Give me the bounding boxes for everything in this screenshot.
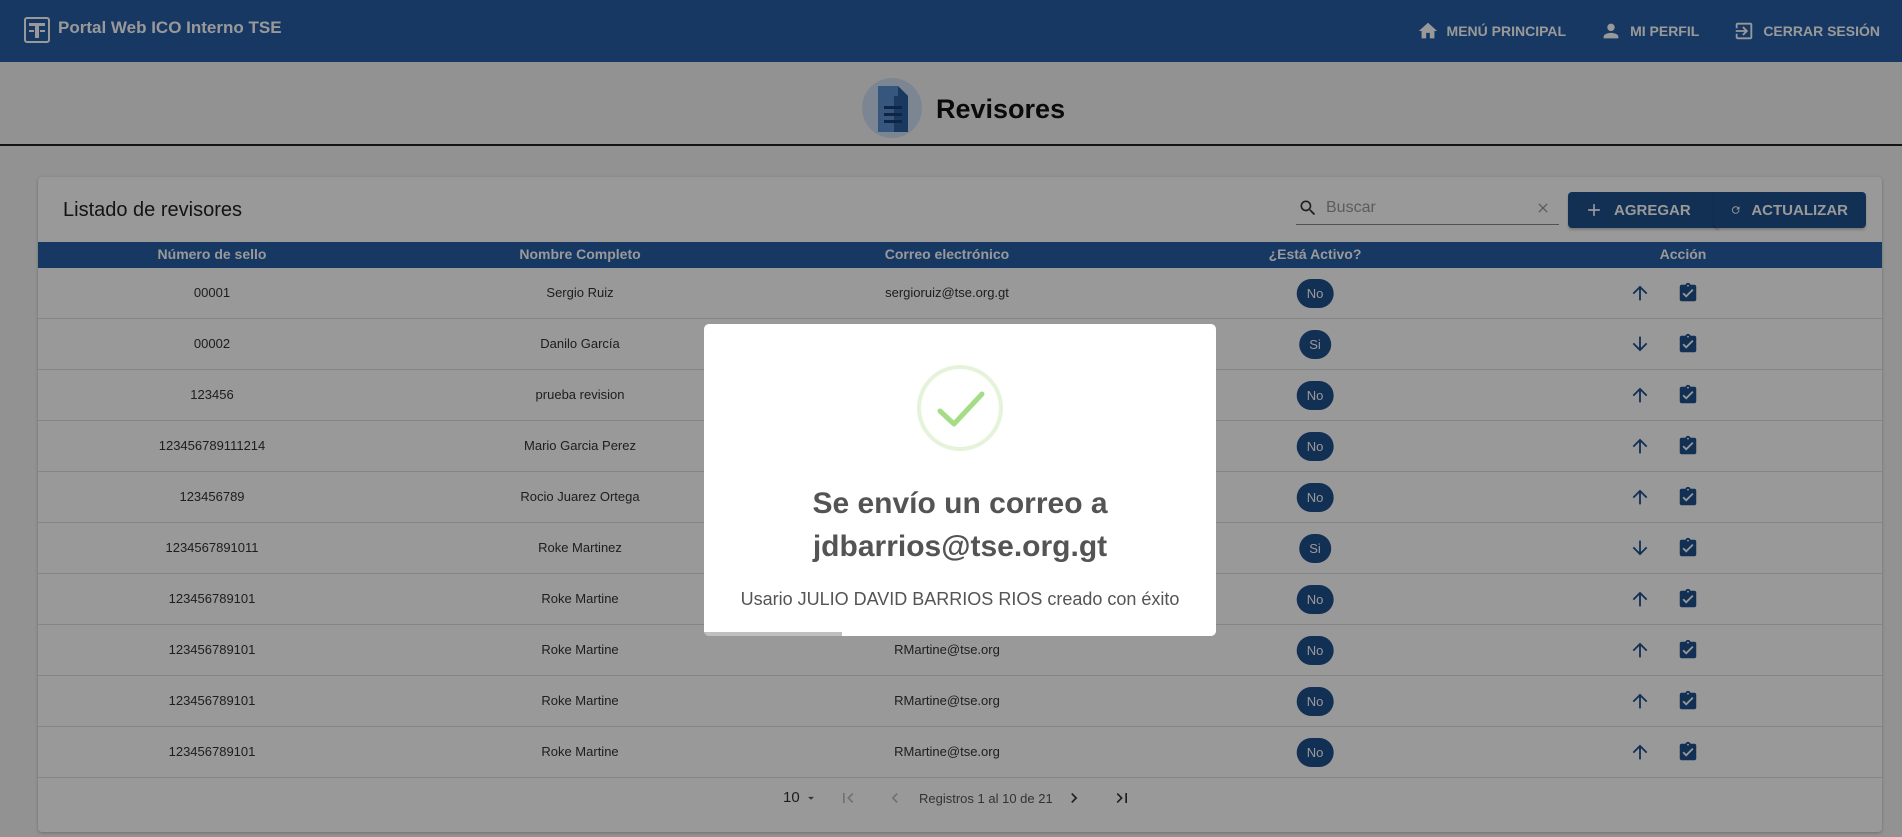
success-check-icon xyxy=(917,365,1003,451)
dialog-title-line2: jdbarrios@tse.org.gt xyxy=(812,530,1108,563)
dialog-title: Se envío un correo a jdbarrios@tse.org.g… xyxy=(704,482,1216,568)
dialog-title-line1: Se envío un correo a xyxy=(812,487,1108,520)
dialog-message: Usario JULIO DAVID BARRIOS RIOS creado c… xyxy=(740,589,1180,609)
success-dialog: Se envío un correo a jdbarrios@tse.org.g… xyxy=(704,324,1216,636)
dialog-timer-bar xyxy=(704,632,843,636)
